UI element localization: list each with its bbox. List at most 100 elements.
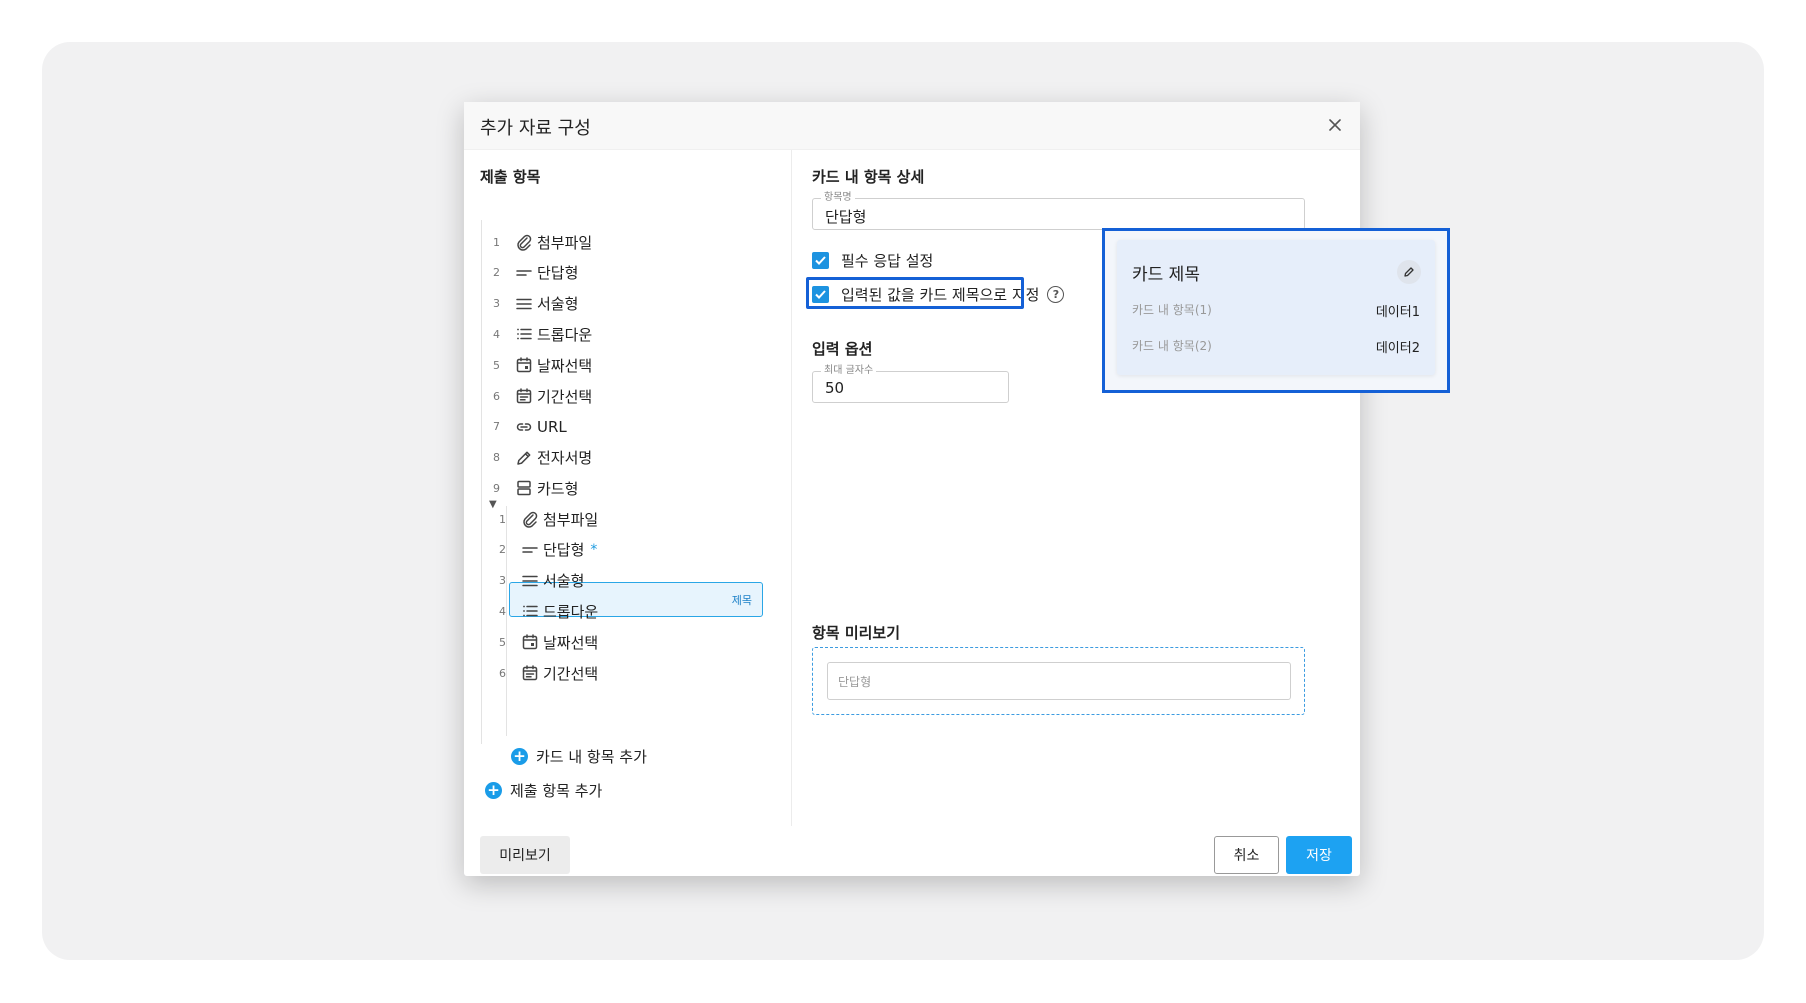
item-number: 6 [493,389,500,403]
cancel-button[interactable]: 취소 [1214,836,1279,874]
add-submit-item-button[interactable]: + 제출 항목 추가 [485,778,602,802]
item-number: 4 [493,327,500,341]
preview-title: 항목 미리보기 [812,624,901,642]
card-row-2: 카드 내 항목(2) 데이터2 [1132,337,1420,356]
add-card-item-button[interactable]: + 카드 내 항목 추가 [511,744,647,768]
card-title-callout: 카드 제목 카드 내 항목(1) 데이터1 카드 내 항목(2) 데이터2 [1102,228,1450,393]
required-label: 필수 응답 설정 [841,252,934,270]
submit-item-7[interactable]: 7 URL [478,410,567,444]
max-chars-value: 50 [825,379,845,397]
item-number: 8 [493,451,500,465]
required-checkbox[interactable] [812,252,829,269]
submission-items-title: 제출 항목 [480,168,541,186]
plus-circle-icon: + [511,747,528,765]
sub-item-6[interactable]: 6 기간선택 [486,656,598,690]
item-number: 2 [493,266,500,280]
item-label: 기간선택 [537,387,593,406]
item-number: 3 [499,574,506,588]
preview-input[interactable]: 단답형 [827,662,1291,700]
list-icon [520,601,540,621]
add-submit-item-label: 제출 항목 추가 [510,781,603,800]
dialog-header: 추가 자료 구성 [464,102,1360,150]
card-title: 카드 제목 [1132,265,1200,285]
item-number: 1 [493,235,500,249]
check-icon [815,256,826,265]
item-number: 6 [499,666,506,680]
item-label: 서술형 [537,295,579,314]
add-card-item-label: 카드 내 항목 추가 [536,747,647,766]
short-text-icon [520,540,540,560]
short-text-icon [514,263,534,283]
item-label: 전자서명 [537,449,593,468]
item-label: URL [537,417,567,436]
card-icon [514,478,534,498]
config-dialog: 추가 자료 구성 제출 항목 1 첨부파일 2 단답형 3 서술형 4 드롭다운 5 날짜선택 6 기… [464,102,1360,876]
sub-item-1[interactable]: 1 첨부파일 [486,502,598,536]
item-label: 날짜선택 [537,356,593,375]
item-preview-box: 단답형 [812,647,1305,715]
item-number: 3 [493,297,500,311]
long-text-icon [514,294,534,314]
submit-item-3[interactable]: 3 서술형 [478,287,578,321]
detail-title: 카드 내 항목 상세 [812,168,925,186]
item-label: 단답형 [543,541,585,560]
calendar-icon [514,355,534,375]
item-label: 날짜선택 [543,633,599,652]
required-checkbox-row[interactable]: 필수 응답 설정 [812,250,933,271]
item-name-field[interactable]: 항목명 단답형 [812,192,1305,230]
submit-item-1[interactable]: 1 첨부파일 [478,225,592,259]
title-badge: 제목 [731,594,752,607]
submit-item-4[interactable]: 4 드롭다운 [478,317,592,351]
card-preview: 카드 제목 카드 내 항목(1) 데이터1 카드 내 항목(2) 데이터2 [1117,240,1435,375]
item-label: 첨부파일 [537,233,593,252]
submit-item-5[interactable]: 5 날짜선택 [478,348,592,382]
close-button[interactable] [1322,112,1348,138]
card-row-1: 카드 내 항목(1) 데이터1 [1132,301,1420,320]
item-name-value: 단답형 [825,208,867,226]
pen-icon [514,448,534,468]
preview-button[interactable]: 미리보기 [480,836,570,874]
item-number: 5 [493,358,500,372]
submit-item-8[interactable]: 8 전자서명 [478,441,592,475]
item-label: 드롭다운 [537,325,593,344]
item-number: 7 [493,420,500,434]
item-name-label: 항목명 [821,192,855,204]
card-row-key: 카드 내 항목(2) [1132,339,1212,353]
item-number: 1 [499,512,506,526]
plus-circle-icon: + [485,781,502,799]
item-label: 단답형 [537,264,579,283]
item-label: 드롭다운 [543,602,599,621]
list-icon [514,324,534,344]
submission-items-pane: 제출 항목 1 첨부파일 2 단답형 3 서술형 4 드롭다운 5 날짜선택 6 기간선택 7 URL 8 전… [464,150,791,826]
sub-item-3[interactable]: 3 서술형 [486,564,584,598]
calendar-icon [520,632,540,652]
max-chars-label: 최대 글자수 [821,365,877,377]
item-label: 기간선택 [543,664,599,683]
save-button[interactable]: 저장 [1286,836,1352,874]
max-chars-field[interactable]: 최대 글자수 50 [812,365,1009,403]
card-row-key: 카드 내 항목(1) [1132,303,1212,317]
submit-item-6[interactable]: 6 기간선택 [478,379,592,413]
title-checkbox-highlight [806,277,1024,309]
input-options-title: 입력 옵션 [812,340,873,358]
item-number: 9 [493,481,500,495]
sub-item-5[interactable]: 5 날짜선택 [486,625,598,659]
calendar-range-icon [520,663,540,683]
required-mark: * [590,541,598,558]
card-row-value: 데이터2 [1375,341,1420,356]
dialog-title: 추가 자료 구성 [480,118,591,139]
sub-item-4[interactable]: 4 드롭다운 [486,594,598,628]
close-icon [1329,119,1341,131]
long-text-icon [520,571,540,591]
link-icon [514,417,534,437]
calendar-range-icon [514,386,534,406]
item-number: 5 [499,635,506,649]
card-row-value: 데이터1 [1375,305,1420,320]
help-icon[interactable]: ? [1047,286,1065,303]
sub-item-2[interactable]: 2 단답형 * [486,533,597,567]
item-label: 첨부파일 [543,510,599,529]
paperclip-icon [520,509,540,529]
item-number: 4 [499,604,506,618]
submit-item-2[interactable]: 2 단답형 [478,256,578,290]
edit-button[interactable] [1397,260,1421,284]
